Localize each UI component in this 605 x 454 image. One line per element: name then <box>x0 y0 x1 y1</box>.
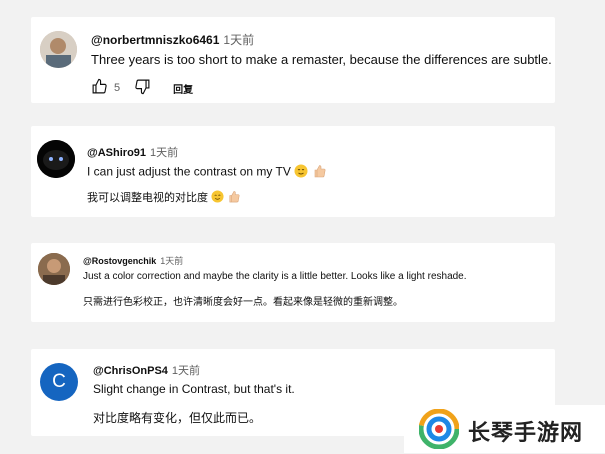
relieved-face-emoji-icon <box>211 190 224 206</box>
comment-text: 对比度略有变化，但仅此而已。 <box>93 411 262 425</box>
comment-text: 我可以调整电视的对比度 <box>87 189 240 206</box>
author-handle[interactable]: @Rostovgenchik <box>83 256 156 266</box>
thumbs-down-icon[interactable] <box>134 78 151 98</box>
like-count: 5 <box>114 82 121 94</box>
reply-button[interactable]: 回复 <box>173 81 193 96</box>
watermark-text: 长琴手游网 <box>468 420 584 445</box>
relieved-face-emoji-icon <box>294 164 308 181</box>
comment-time[interactable]: 1天前 <box>172 365 200 377</box>
comment-time[interactable]: 1天前 <box>160 256 183 266</box>
comment-card: @Rostovgenchik 1天前 Just a color correctio… <box>31 243 555 322</box>
comment-time[interactable]: 1天前 <box>223 33 254 47</box>
comment-author[interactable]: @norbertmniszko6461 1天前 <box>91 31 254 48</box>
site-watermark: 长琴手游网 <box>404 405 605 453</box>
author-handle[interactable]: @ChrisOnPS4 <box>93 365 168 377</box>
comment-text: I can just adjust the contrast on my TV <box>87 164 326 181</box>
avatar[interactable]: C <box>40 363 78 401</box>
comment-card: @norbertmniszko6461 1天前 Three years is to… <box>31 17 555 103</box>
avatar-letter: C <box>52 371 66 392</box>
thumbs-up-emoji-icon <box>312 164 326 181</box>
comment-text-en: I can just adjust the contrast on my TV <box>87 164 291 179</box>
author-handle[interactable]: @norbertmniszko6461 <box>91 33 219 47</box>
comment-actions: 5 回复 <box>91 78 193 98</box>
thumbs-up-icon[interactable] <box>91 78 108 98</box>
author-handle[interactable]: @AShiro91 <box>87 147 146 159</box>
comment-text-zh: 我可以调整电视的对比度 <box>87 192 208 204</box>
comment-author[interactable]: @AShiro91 1天前 <box>87 144 178 160</box>
comment-author[interactable]: @Rostovgenchik 1天前 <box>83 254 183 267</box>
thumbs-up-emoji-icon <box>227 190 240 206</box>
comment-text: Three years is too short to make a remas… <box>91 52 552 67</box>
comment-card: @AShiro91 1天前 I can just adjust the contr… <box>31 126 555 217</box>
avatar[interactable] <box>37 140 75 178</box>
comment-text: Slight change in Contrast, but that's it… <box>93 382 295 396</box>
avatar[interactable] <box>38 253 70 285</box>
comment-author[interactable]: @ChrisOnPS4 1天前 <box>93 362 200 378</box>
avatar[interactable] <box>40 31 77 68</box>
site-logo-icon <box>418 408 460 450</box>
comment-time[interactable]: 1天前 <box>150 147 178 159</box>
comment-text: 只需进行色彩校正，也许清晰度会好一点。看起来像是轻微的重新调整。 <box>83 297 403 308</box>
comment-text: Just a color correction and maybe the cl… <box>83 271 467 282</box>
